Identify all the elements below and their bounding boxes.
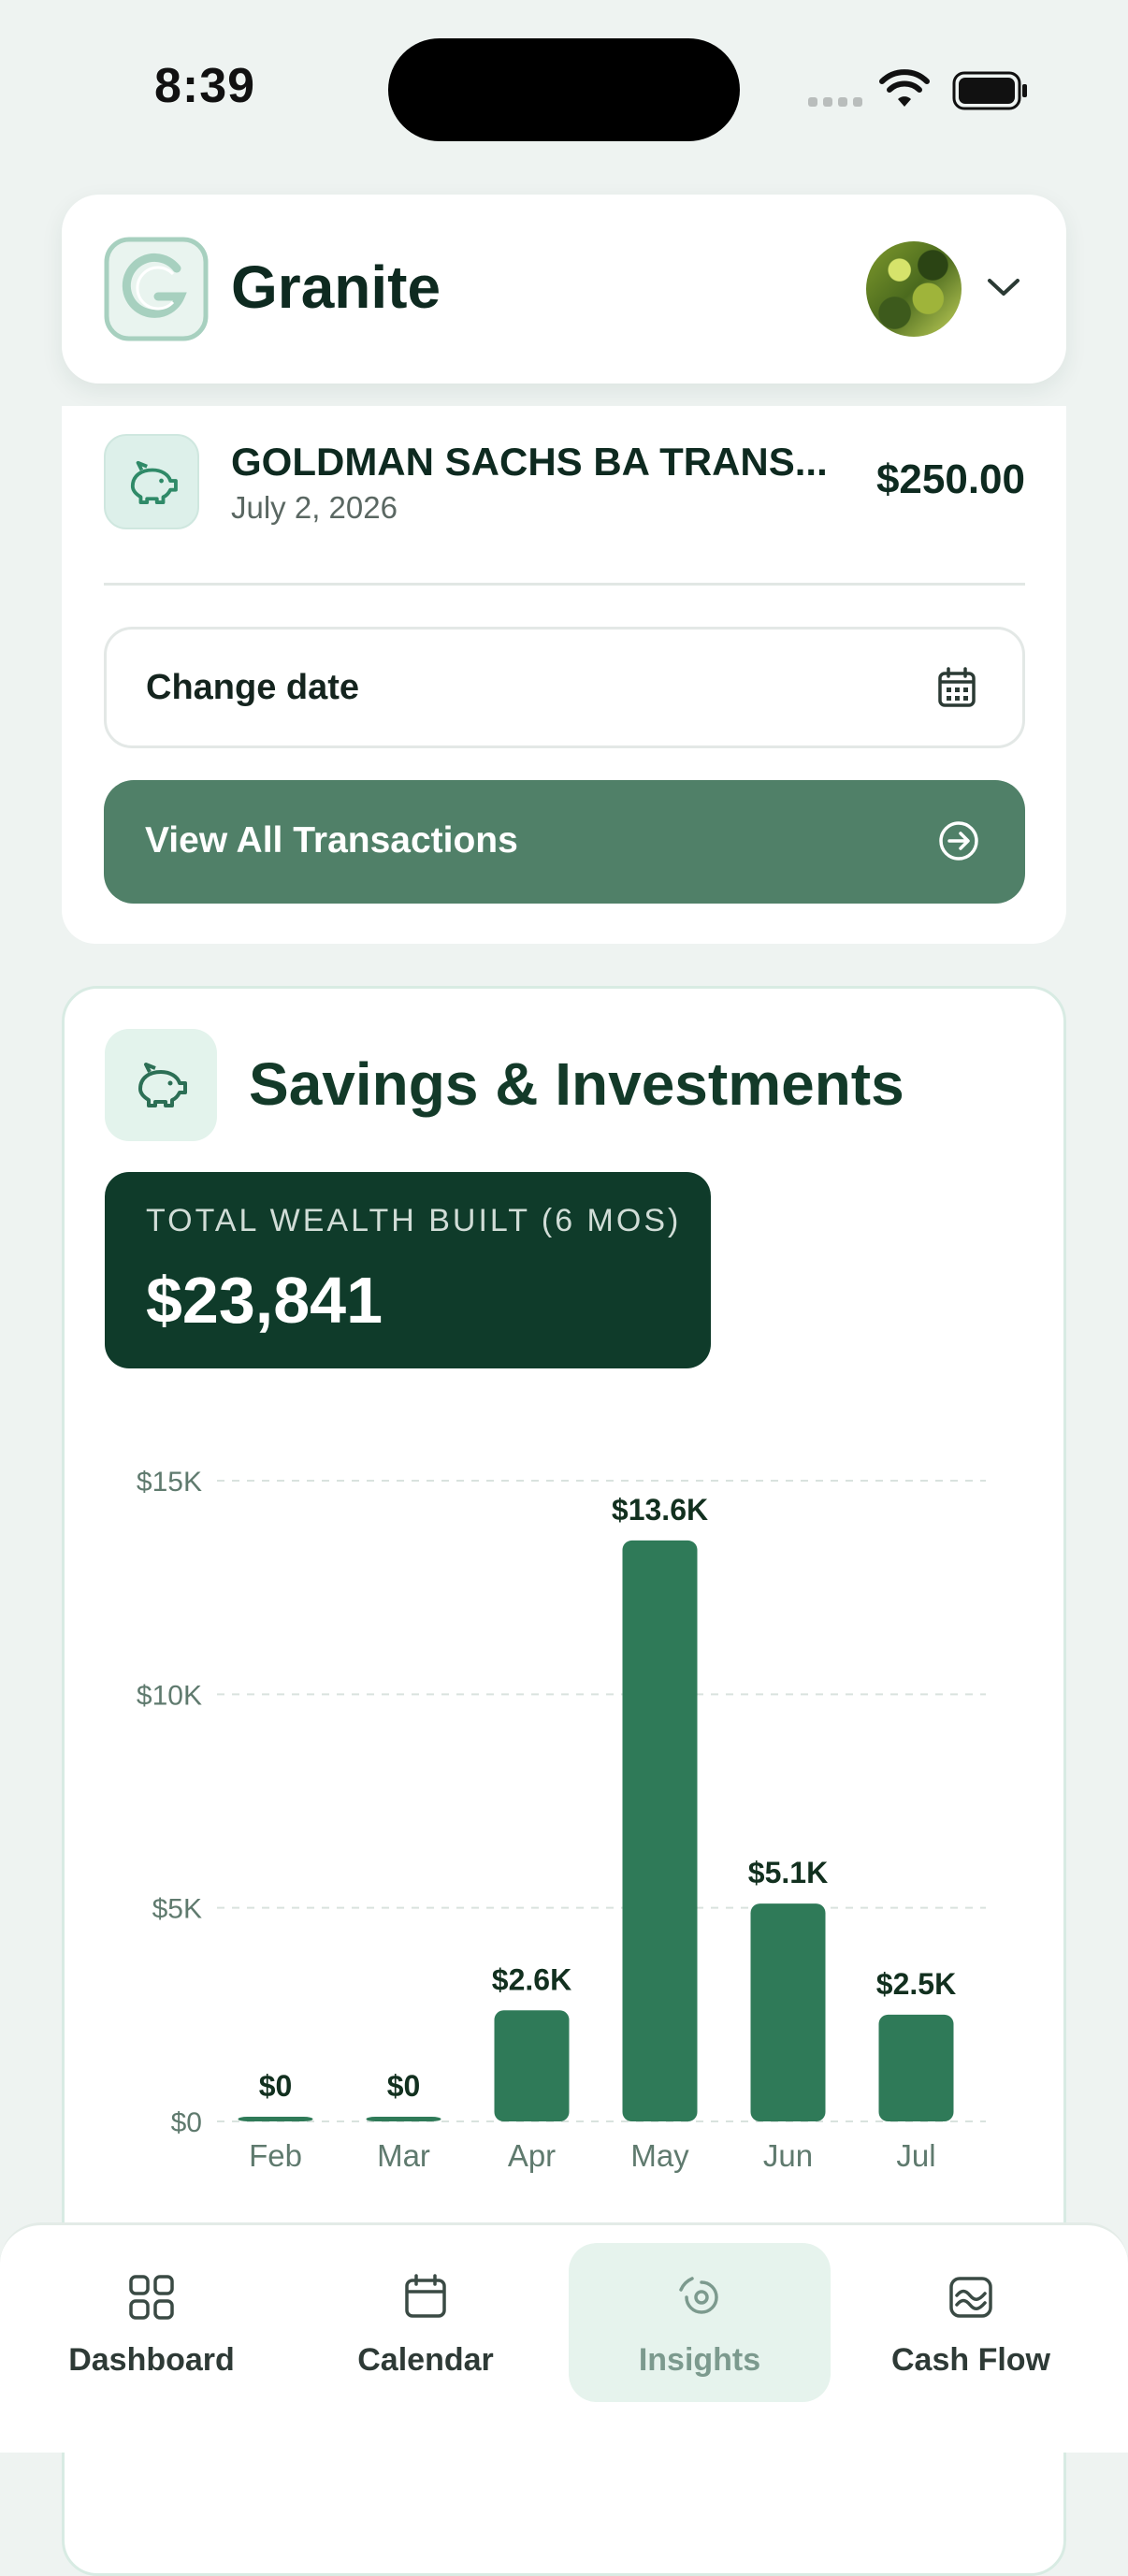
nav-calendar[interactable]: Calendar	[295, 2243, 557, 2402]
savings-title: Savings & Investments	[249, 1050, 904, 1118]
x-tick-label: Jun	[763, 2138, 813, 2173]
y-tick-label: $5K	[152, 1894, 202, 1925]
piggy-bank-icon	[105, 1029, 217, 1141]
insights-icon	[679, 2277, 718, 2314]
x-tick-label: Jul	[896, 2138, 935, 2173]
bar-value-label: $5.1K	[748, 1856, 828, 1889]
change-date-label: Change date	[146, 668, 360, 707]
transaction-amount: $250.00	[875, 456, 1025, 502]
signal-icon	[808, 97, 862, 107]
battery-icon	[952, 71, 1027, 110]
status-time: 8:39	[154, 59, 256, 113]
granite-logo-icon	[104, 237, 209, 341]
nav-dashboard[interactable]: Dashboard	[21, 2243, 282, 2402]
avatar[interactable]	[866, 241, 962, 337]
transaction-date: July 2, 2026	[231, 490, 398, 525]
bar	[622, 1540, 698, 2121]
brand-title: Granite	[231, 253, 441, 321]
calendar-icon	[938, 667, 976, 707]
bar-value-label: $0	[259, 2069, 293, 2103]
nav-dashboard-label: Dashboard	[68, 2342, 235, 2378]
x-tick-label: Mar	[377, 2138, 430, 2173]
nav-cash-flow-label: Cash Flow	[890, 2342, 1051, 2378]
divider	[104, 583, 1025, 586]
dynamic-island	[388, 38, 740, 141]
view-all-label: View All Transactions	[145, 820, 518, 861]
wifi-icon	[879, 69, 930, 107]
nav-cash-flow[interactable]: Cash Flow	[840, 2243, 1102, 2402]
nav-insights-label: Insights	[638, 2342, 761, 2378]
bar	[366, 2117, 441, 2121]
y-tick-label: $0	[171, 2107, 202, 2138]
bar-value-label: $13.6K	[612, 1493, 708, 1527]
bar-value-label: $0	[387, 2069, 421, 2103]
x-tick-label: Feb	[249, 2138, 302, 2173]
y-tick-label: $15K	[137, 1467, 202, 1498]
transaction-name: GOLDMAN SACHS BA TRANS...	[231, 440, 828, 484]
wealth-label: TOTAL WEALTH BUILT (6 MOS)	[146, 1203, 682, 1238]
arrow-right-circle-icon	[939, 821, 978, 861]
y-tick-label: $10K	[137, 1680, 202, 1711]
grid-icon	[129, 2275, 174, 2320]
savings-bar-chart: $0 $5K $10K $15K $0 Feb $0 Mar $2.6K Apr $13.6K May…	[137, 1467, 986, 2173]
chevron-down-icon[interactable]	[984, 273, 1023, 301]
bar	[494, 2010, 570, 2121]
nav-insights[interactable]: Insights	[569, 2243, 831, 2402]
nav-calendar-label: Calendar	[357, 2342, 494, 2378]
bar	[878, 2014, 954, 2121]
bar	[750, 1903, 826, 2121]
calendar-icon	[405, 2274, 446, 2318]
x-tick-label: Apr	[508, 2138, 556, 2173]
transaction-category-icon	[104, 434, 199, 529]
x-tick-label: May	[630, 2138, 689, 2173]
cash-flow-icon	[949, 2277, 992, 2318]
wealth-value: $23,841	[146, 1264, 383, 1337]
bar-value-label: $2.6K	[492, 1962, 571, 1996]
bar	[238, 2117, 313, 2121]
bar-value-label: $2.5K	[876, 1967, 956, 2001]
